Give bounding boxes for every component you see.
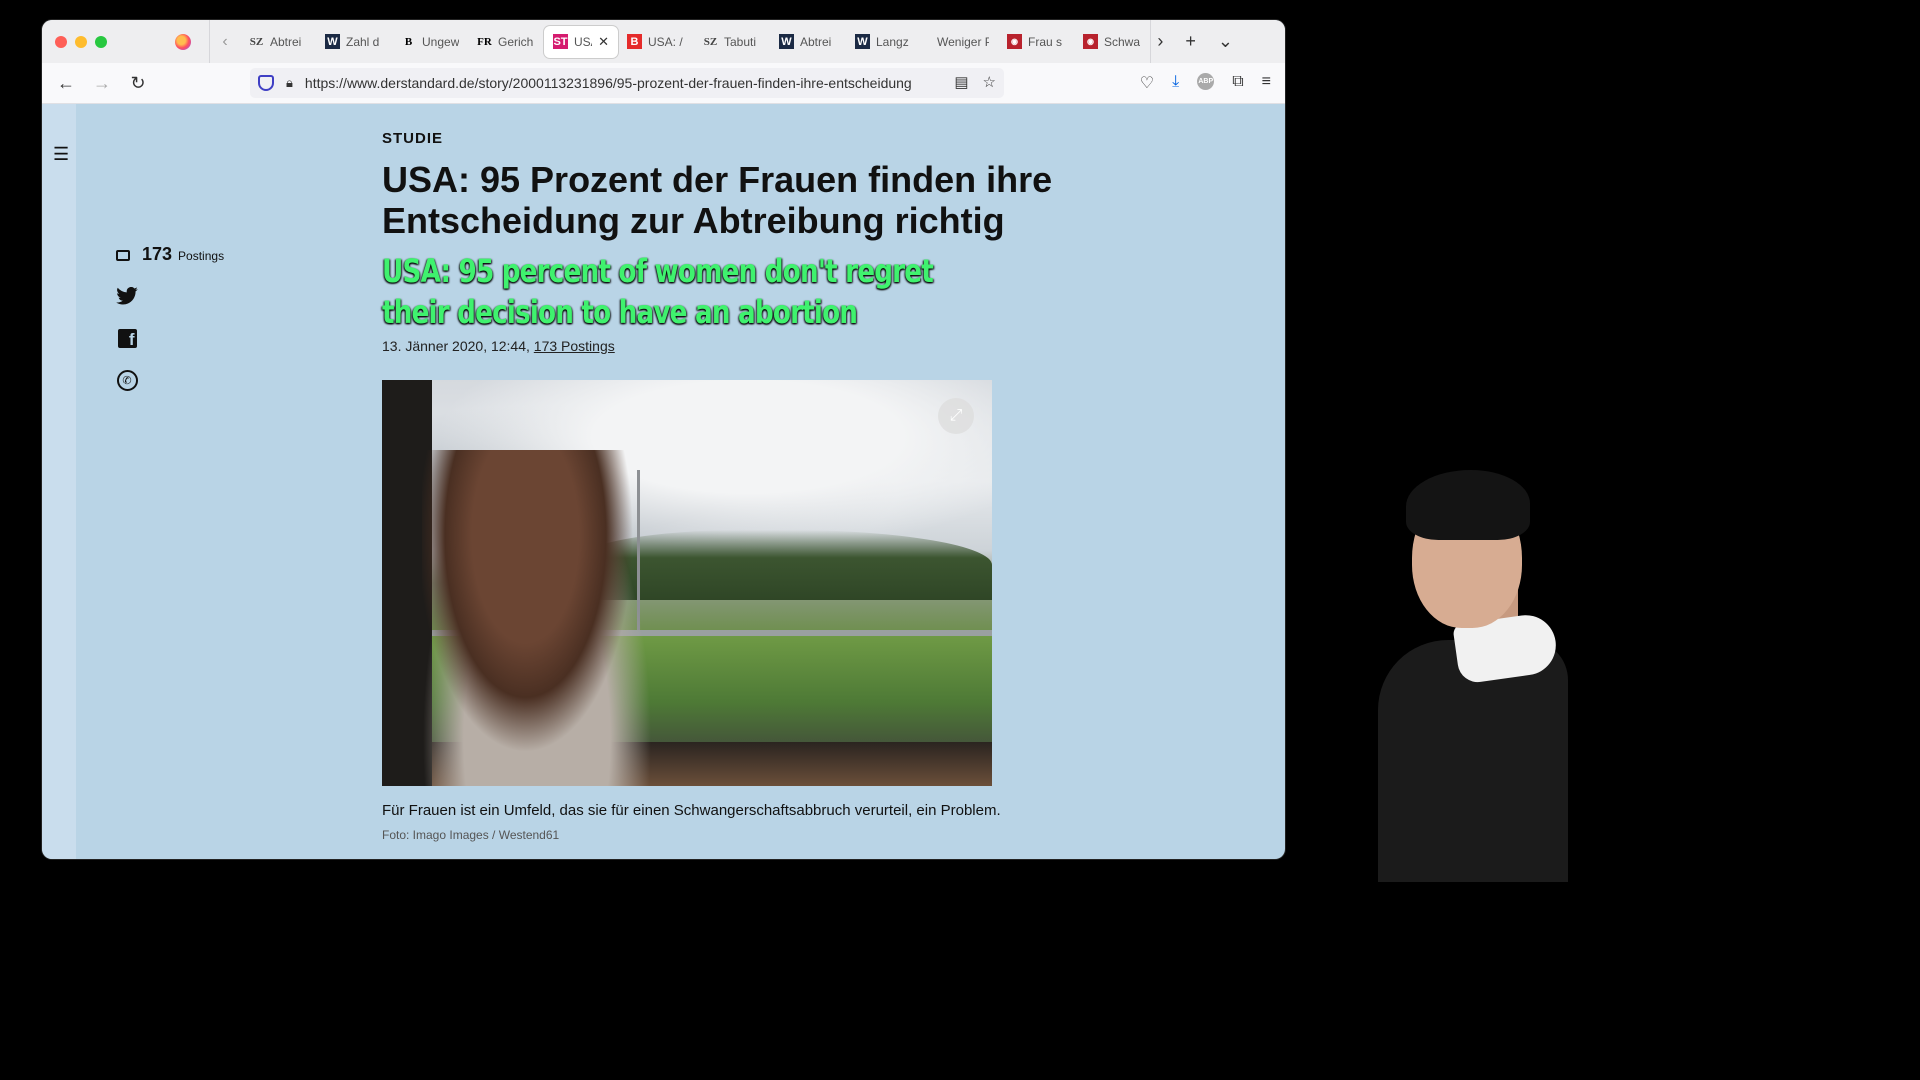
tab-separator [1150, 20, 1151, 63]
tab-bar: ‹ SZ Abtrei W Zahl d B Ungew FR Gerich ST USA: / ✕… [42, 20, 1285, 63]
pocket-icon[interactable]: ♡ [1140, 73, 1154, 93]
browser-tab[interactable]: W Abtrei [770, 26, 846, 58]
whatsapp-icon[interactable]: ✆ [116, 369, 138, 391]
lock-icon[interactable]: 🔒︎ [286, 75, 293, 91]
tab-favicon-icon: SZ [703, 35, 718, 48]
url-bar[interactable]: 🔒︎ ▤ ☆ [250, 68, 1004, 98]
zoom-window-button[interactable] [95, 35, 107, 48]
headline-line-1: USA: 95 Prozent der Frauen finden ihre [382, 159, 1053, 200]
extensions-icon[interactable]: ⧉ [1232, 73, 1243, 93]
photo-credit: Foto: Imago Images / Westend61 [382, 828, 560, 842]
tab-label: Weniger P [937, 34, 989, 49]
new-tab-icon[interactable]: + [1185, 31, 1196, 52]
browser-tab[interactable]: FR Gerich [468, 26, 544, 58]
tab-label: USA: / [574, 34, 592, 49]
photo-person [422, 450, 652, 786]
browser-tab[interactable]: ST USA: / ✕ [544, 25, 618, 58]
photo-caption: Für Frauen ist ein Umfeld, das sie für e… [382, 802, 1001, 819]
tab-favicon-icon: W [325, 34, 340, 49]
browser-tab[interactable]: SZ Tabuti [694, 26, 770, 58]
article-headline: USA: 95 Prozent der Frauen finden ihre E… [382, 159, 1082, 241]
window-controls [55, 35, 175, 48]
back-icon[interactable]: ← [48, 73, 84, 94]
tab-favicon-icon: FR [477, 35, 492, 48]
article-date: 13. Jänner 2020, 12:44, [382, 338, 530, 354]
article-header: STUDIE USA: 95 Prozent der Frauen finden… [382, 130, 1082, 354]
translation-line-2: their decision to have an abortion [382, 293, 858, 331]
tab-label: Zahl d [346, 34, 380, 49]
postings-count: 173 [142, 244, 173, 264]
article-kicker: STUDIE [382, 130, 444, 147]
reload-icon[interactable]: ↻ [120, 73, 156, 94]
tab-label: Langz [876, 34, 909, 49]
tab-scroll-right-icon[interactable]: › [1157, 31, 1163, 52]
adblock-plus-icon[interactable]: ABP [1197, 73, 1215, 90]
tab-favicon-icon: ◉ [1083, 34, 1098, 49]
browser-tab[interactable]: ◉ Frau s [998, 26, 1074, 58]
tab-label: Tabuti [724, 34, 757, 49]
postings-counter[interactable]: 173 Postings [116, 244, 224, 265]
tab-label: Abtrei [800, 34, 832, 49]
translation-overlay: USA: 95 percent of women don't regret th… [382, 251, 940, 333]
toolbar-right: ♡ ⤓ ABP ⧉ ≡ [1140, 73, 1271, 93]
tracking-protection-icon[interactable] [258, 75, 274, 91]
tab-label: USA: / [648, 34, 683, 49]
navigation-toolbar: ← → ↻ 🔒︎ ▤ ☆ ♡ ⤓ ABP ⧉ ≡ [42, 63, 1285, 104]
facebook-icon[interactable]: f [116, 327, 138, 349]
tab-tools: › + ⌄ [1157, 31, 1233, 52]
browser-tab[interactable]: B USA: / [618, 26, 694, 58]
tab-scroll-left-icon[interactable]: ‹ [210, 33, 240, 51]
tab-favicon-icon: ST [553, 34, 568, 49]
twitter-icon[interactable] [116, 285, 138, 307]
article-meta: 13. Jänner 2020, 12:44, 173 Postings [382, 338, 1082, 354]
tab-favicon-icon: ◉ [1007, 34, 1022, 49]
browser-tab[interactable]: Weniger P [922, 26, 998, 58]
page-content: ☰ 173 Postings f ✆ STUDIE USA: 95 Prozen… [42, 104, 1285, 859]
browser-tab[interactable]: W Zahl d [316, 26, 392, 58]
close-tab-icon[interactable]: ✕ [598, 34, 609, 50]
tab-label: Schwa [1104, 34, 1141, 49]
presenter-hair [1406, 470, 1530, 540]
tab-label: Ungew [422, 34, 459, 49]
expand-image-icon[interactable]: ⤢ [938, 398, 974, 434]
forward-icon[interactable]: → [84, 73, 120, 94]
tab-favicon-icon: W [779, 34, 794, 49]
headline-line-2: Entscheidung zur Abtreibung richtig [382, 200, 1005, 241]
tab-label: Gerich [498, 34, 534, 49]
left-rail [42, 104, 76, 859]
tab-favicon-icon: SZ [249, 35, 264, 48]
comment-icon [116, 250, 130, 261]
browser-window: ‹ SZ Abtrei W Zahl d B Ungew FR Gerich ST USA: / ✕… [42, 20, 1285, 859]
hamburger-menu-icon[interactable]: ☰ [53, 144, 69, 165]
download-icon[interactable]: ⤓ [1172, 73, 1179, 93]
url-bar-actions: ▤ ☆ [954, 73, 996, 91]
postings-link[interactable]: 173 Postings [534, 338, 615, 354]
presenter-video [1378, 470, 1568, 882]
browser-tab[interactable]: W Langz [846, 26, 922, 58]
tab-favicon-icon: B [404, 35, 413, 48]
close-window-button[interactable] [55, 35, 67, 48]
browser-tab[interactable]: SZ Abtrei [240, 26, 316, 58]
translation-line-1: USA: 95 percent of women don't regret [382, 252, 934, 290]
tab-favicon-icon: W [855, 34, 870, 49]
firefox-icon[interactable] [175, 33, 191, 50]
tab-strip: SZAbtreiWZahl dBUngewFRGerichSTUSA: /✕BU… [240, 20, 1150, 63]
list-all-tabs-icon[interactable]: ⌄ [1218, 31, 1233, 52]
bookmark-star-icon[interactable]: ☆ [983, 73, 996, 91]
article-photo[interactable]: ⤢ [382, 380, 992, 786]
reader-view-icon[interactable]: ▤ [954, 73, 968, 91]
tab-label: Abtrei [270, 34, 302, 49]
tab-label: Frau s [1028, 34, 1063, 49]
browser-tab[interactable]: B Ungew [392, 26, 468, 58]
url-input[interactable] [302, 74, 947, 92]
minimize-window-button[interactable] [75, 35, 87, 48]
app-menu-icon[interactable]: ≡ [1262, 73, 1271, 93]
postings-label: Postings [178, 249, 225, 263]
share-bar: 173 Postings f ✆ [116, 244, 224, 391]
browser-tab[interactable]: ◉ Schwa [1074, 26, 1150, 58]
tab-favicon-icon: B [627, 34, 642, 49]
